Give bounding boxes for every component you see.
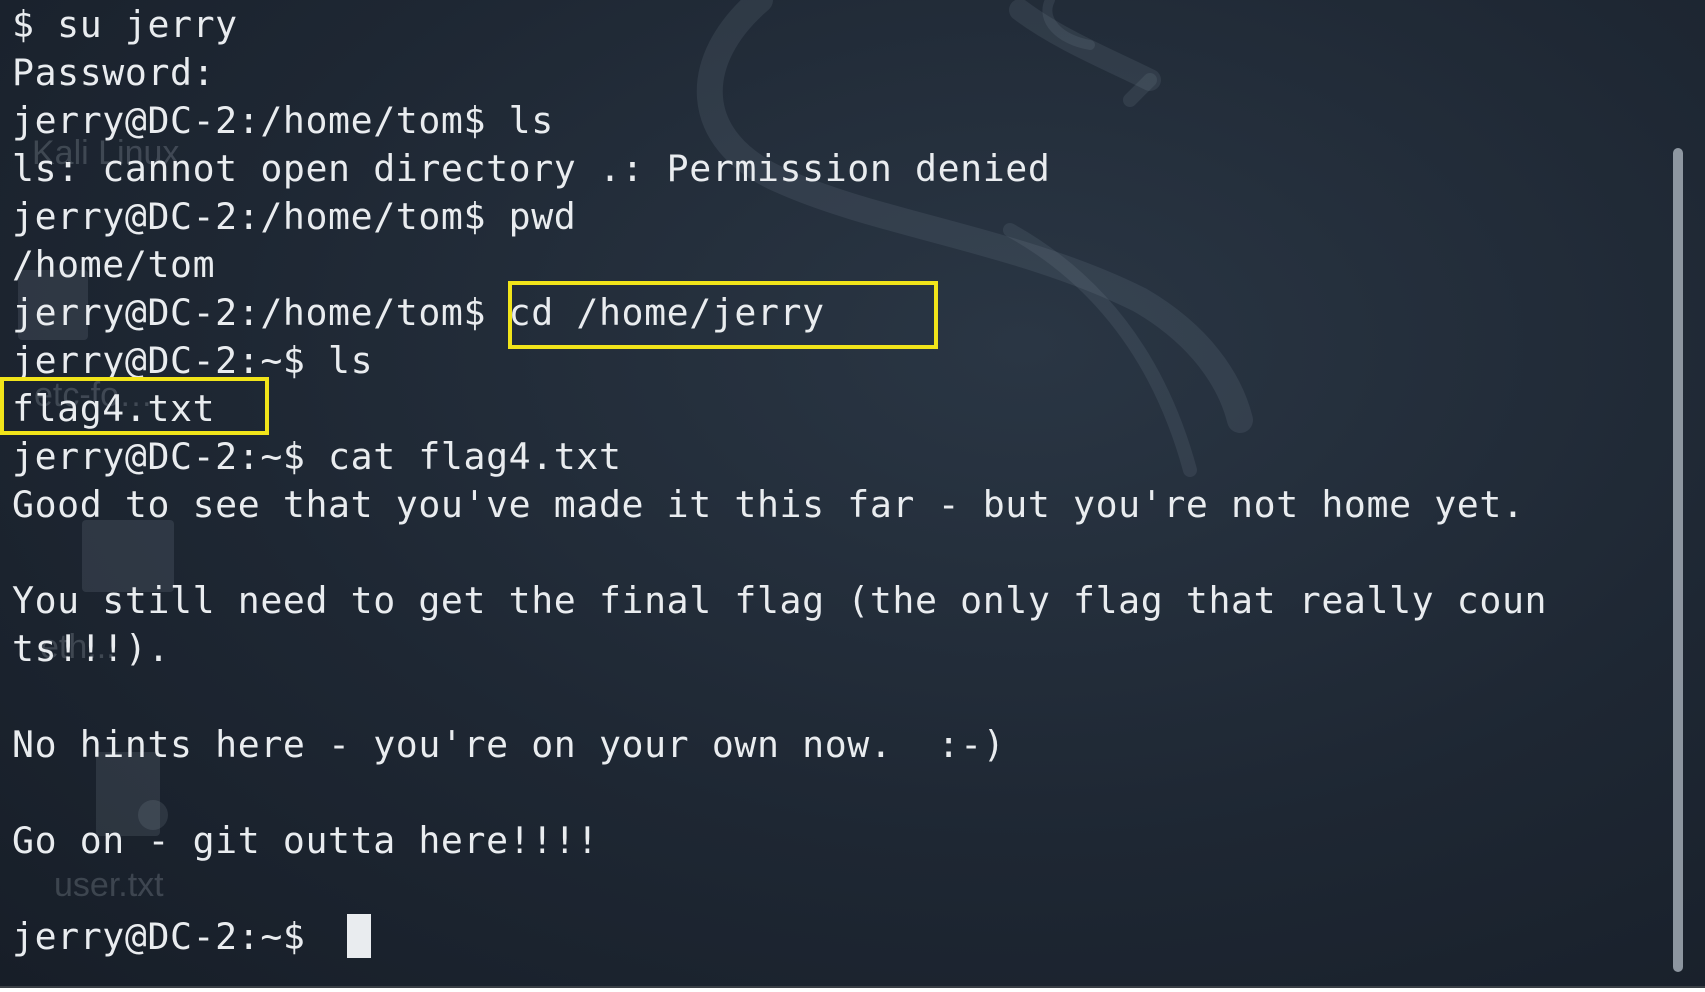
window-bottom-border bbox=[0, 986, 1705, 992]
terminal-line: Go on - git outta here!!!! bbox=[12, 819, 599, 862]
terminal-line: jerry@DC-2:~$ cat flag4.txt bbox=[12, 435, 622, 478]
terminal-line: Password: bbox=[12, 51, 216, 94]
highlight-box-cd-command bbox=[508, 281, 938, 349]
terminal-prompt-line: jerry@DC-2:~$ bbox=[12, 915, 329, 958]
terminal-line: No hints here - you're on your own now. … bbox=[12, 723, 1006, 766]
terminal-line: /home/tom bbox=[12, 243, 216, 286]
terminal-line: Good to see that you've made it this far… bbox=[12, 483, 1525, 526]
terminal-line: $ su jerry bbox=[12, 3, 238, 46]
highlight-box-flag-file bbox=[0, 377, 269, 435]
terminal-line: You still need to get the final flag (th… bbox=[12, 579, 1548, 622]
terminal-line: ts!!!). bbox=[12, 627, 171, 670]
terminal-line: jerry@DC-2:/home/tom$ ls bbox=[12, 99, 554, 142]
desktop-label-user-txt: user.txt bbox=[54, 866, 164, 904]
terminal-cursor[interactable] bbox=[347, 914, 371, 958]
terminal-line: jerry@DC-2:/home/tom$ pwd bbox=[12, 195, 577, 238]
terminal-scrollbar[interactable] bbox=[1673, 148, 1683, 972]
terminal-line: ls: cannot open directory .: Permission … bbox=[12, 147, 1051, 190]
terminal-window[interactable]: Kali Linux etc-fo… eth... user.txt $ su … bbox=[0, 0, 1705, 986]
